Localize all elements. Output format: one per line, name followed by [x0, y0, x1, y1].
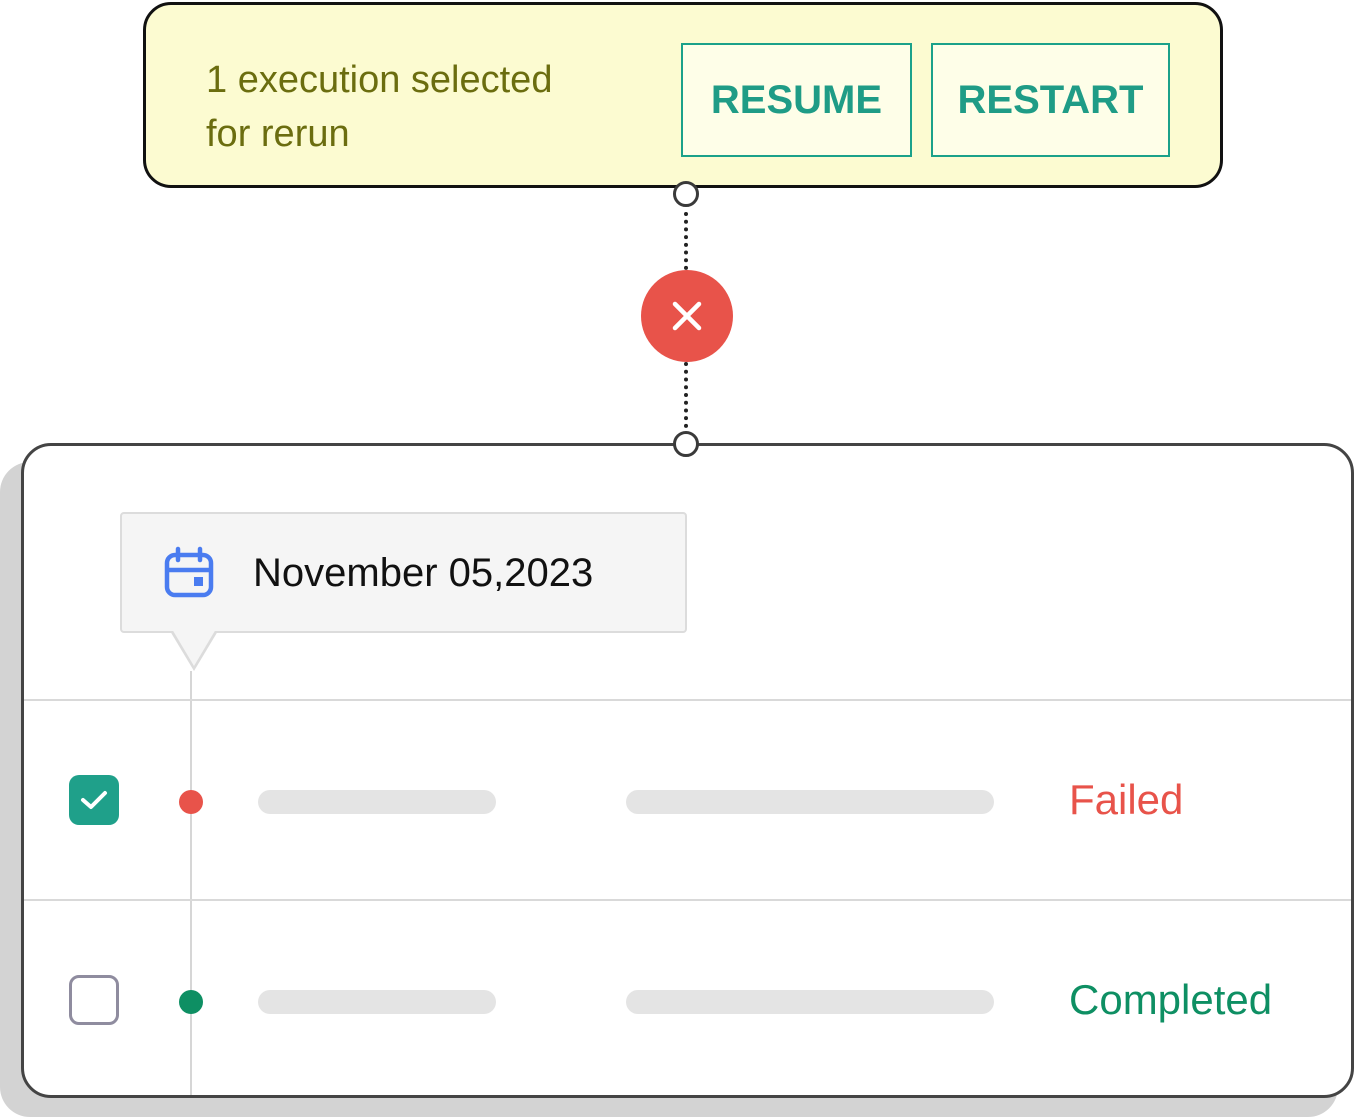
resume-button[interactable]: RESUME	[681, 43, 912, 157]
execution-list-card: November 05,2023 Failed Completed	[21, 443, 1354, 1098]
execution-row[interactable]: Failed	[24, 699, 1351, 899]
placeholder-bar	[626, 790, 994, 814]
connector-dotted-line	[684, 212, 688, 270]
checkmark-icon	[81, 791, 107, 809]
date-chip: November 05,2023	[120, 512, 687, 633]
rerun-selection-banner: 1 execution selected for rerun RESUME RE…	[143, 2, 1223, 188]
restart-button[interactable]: RESTART	[931, 43, 1170, 157]
placeholder-bar	[258, 990, 496, 1014]
row-checkbox-checked[interactable]	[69, 775, 119, 825]
status-dot-failed	[179, 790, 203, 814]
placeholder-bar	[626, 990, 994, 1014]
placeholder-bar	[258, 790, 496, 814]
connector-node-bottom	[673, 431, 699, 457]
selection-count-text: 1 execution selected for rerun	[206, 59, 553, 155]
execution-row[interactable]: Completed	[24, 899, 1351, 1095]
status-label-completed: Completed	[1069, 976, 1273, 1023]
connector-dotted-line	[684, 362, 688, 428]
connector-node-top	[673, 181, 699, 207]
error-status-badge	[641, 270, 733, 362]
status-dot-completed	[179, 990, 203, 1014]
status-label-failed: Failed	[1069, 776, 1184, 823]
row-checkbox-unchecked[interactable]	[69, 975, 119, 1025]
close-icon	[672, 301, 702, 331]
calendar-icon	[164, 546, 214, 598]
date-label: November 05,2023	[253, 551, 594, 595]
